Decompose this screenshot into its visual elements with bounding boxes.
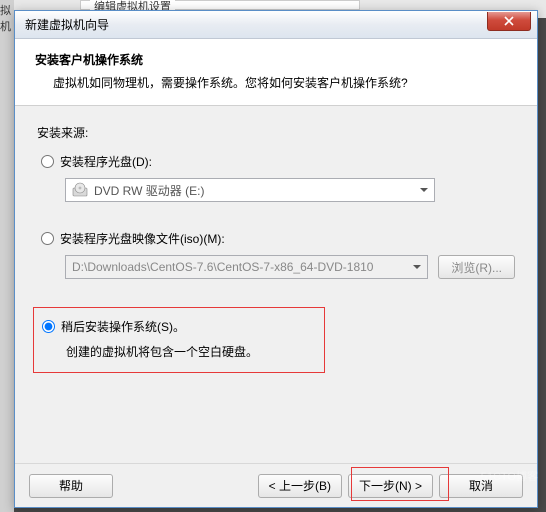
background-sidebar: 拟机 (0, 0, 14, 512)
later-hint-text: 创建的虚拟机将包含一个空白硬盘。 (66, 343, 316, 360)
header-subtitle: 虚拟机如同物理机，需要操作系统。您将如何安装客户机操作系统? (35, 74, 517, 91)
chevron-down-icon (413, 265, 421, 269)
back-button-label: < 上一步(B) (269, 477, 331, 494)
next-button[interactable]: 下一步(N) > (348, 474, 433, 498)
radio-later[interactable] (42, 320, 55, 333)
radio-iso[interactable] (41, 232, 54, 245)
dialog-title: 新建虚拟机向导 (25, 16, 109, 33)
radio-later-label: 稍后安装操作系统(S)。 (61, 318, 185, 335)
radio-iso-label: 安装程序光盘映像文件(iso)(M): (60, 230, 225, 247)
disc-dropdown[interactable]: DVD RW 驱动器 (E:) (65, 178, 435, 202)
option-disc-row: 安装程序光盘(D): (37, 153, 515, 170)
help-button[interactable]: 帮助 (29, 474, 113, 498)
header-title: 安装客户机操作系统 (35, 51, 517, 68)
iso-controls: D:\Downloads\CentOS-7.6\CentOS-7-x86_64-… (65, 255, 515, 279)
chevron-down-icon (420, 188, 428, 192)
close-button[interactable] (487, 12, 531, 31)
header-section: 安装客户机操作系统 虚拟机如同物理机，需要操作系统。您将如何安装客户机操作系统? (15, 39, 537, 106)
radio-disc-label: 安装程序光盘(D): (60, 153, 152, 170)
sidebar-remnant-text: 拟机 (0, 2, 14, 34)
help-button-label: 帮助 (59, 477, 83, 494)
radio-disc[interactable] (41, 155, 54, 168)
install-source-label: 安装来源: (37, 124, 515, 141)
button-bar: 帮助 < 上一步(B) 下一步(N) > 取消 (15, 463, 537, 507)
watermark: 51CTO博客 (481, 468, 538, 484)
back-button[interactable]: < 上一步(B) (258, 474, 342, 498)
highlight-later-option: 稍后安装操作系统(S)。 创建的虚拟机将包含一个空白硬盘。 (33, 307, 325, 373)
option-later-row: 稍后安装操作系统(S)。 (38, 318, 316, 335)
browse-button-label: 浏览(R)... (451, 259, 502, 276)
content-area: 安装来源: 安装程序光盘(D): DVD RW 驱动器 (E:) 安装程序光盘映… (15, 106, 537, 383)
option-iso-row: 安装程序光盘映像文件(iso)(M): (37, 230, 515, 247)
disc-dropdown-value: DVD RW 驱动器 (E:) (94, 182, 204, 199)
dvd-drive-icon (72, 182, 88, 198)
disc-dropdown-wrap: DVD RW 驱动器 (E:) (65, 178, 515, 202)
iso-path-input[interactable]: D:\Downloads\CentOS-7.6\CentOS-7-x86_64-… (65, 255, 428, 279)
iso-path-value: D:\Downloads\CentOS-7.6\CentOS-7-x86_64-… (72, 260, 373, 274)
titlebar: 新建虚拟机向导 (15, 11, 537, 39)
new-vm-wizard-dialog: 新建虚拟机向导 安装客户机操作系统 虚拟机如同物理机，需要操作系统。您将如何安装… (14, 10, 538, 508)
browse-button[interactable]: 浏览(R)... (438, 255, 515, 279)
next-button-label: 下一步(N) > (359, 477, 422, 494)
close-icon (504, 16, 514, 26)
